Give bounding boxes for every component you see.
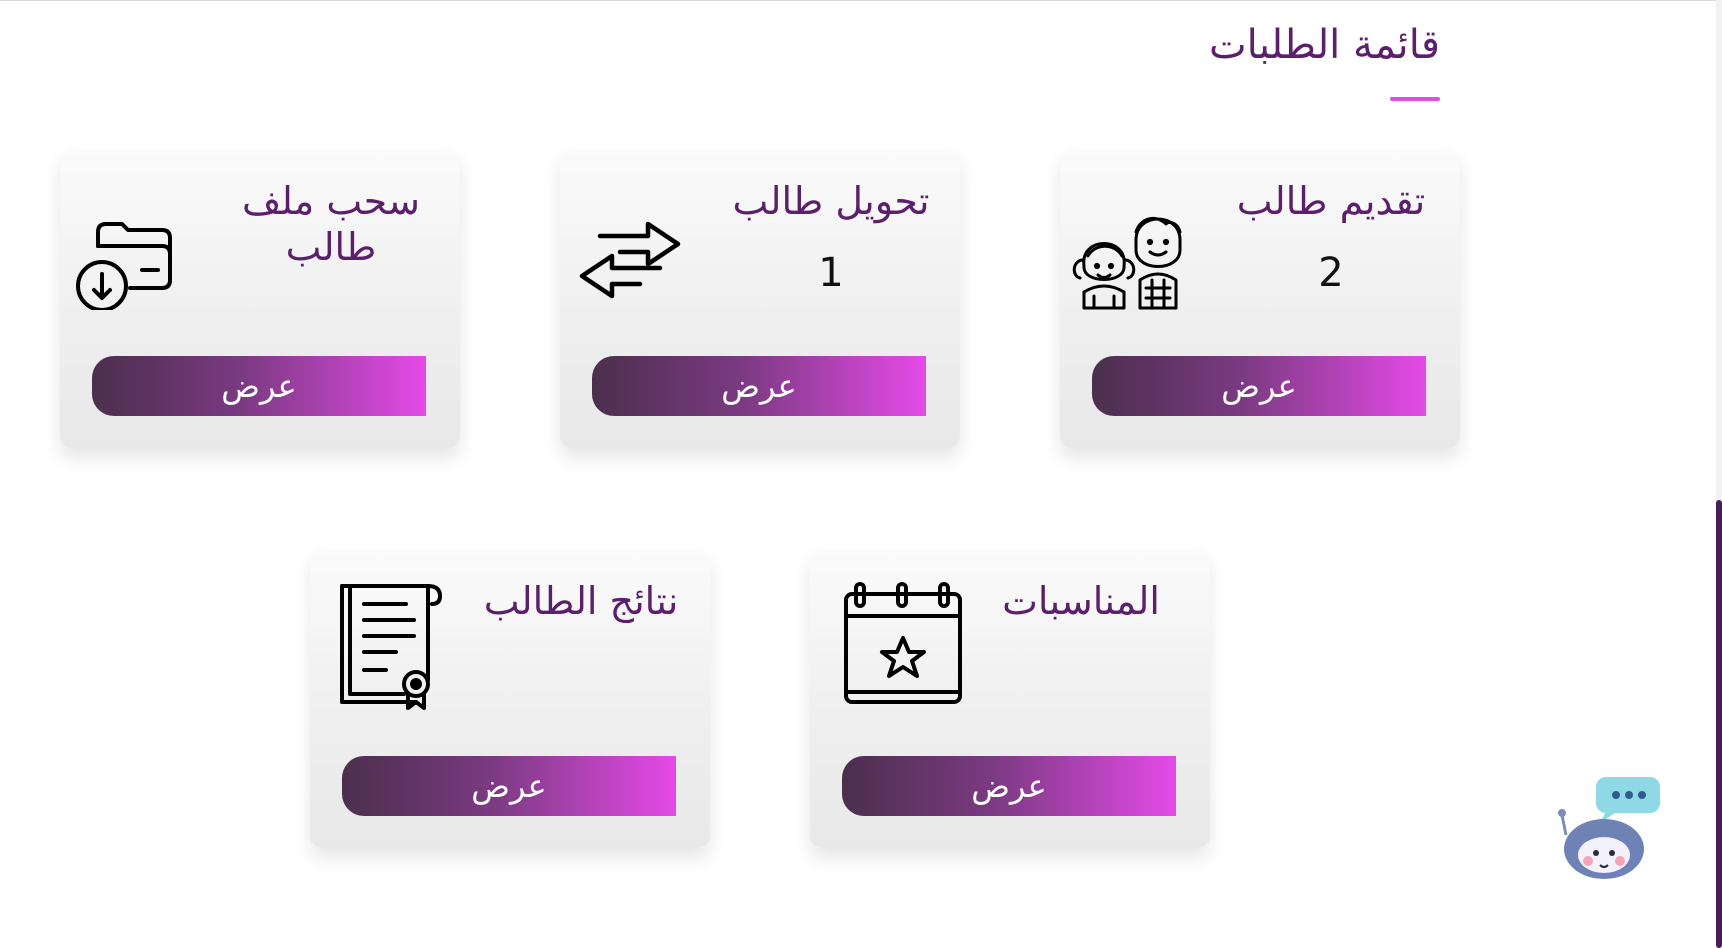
view-button[interactable]: عرض <box>92 356 426 416</box>
chatbot-icon[interactable] <box>1556 775 1661 880</box>
card-withdraw-file: سحب ملف طالب عرض <box>60 150 460 448</box>
view-button[interactable]: عرض <box>592 356 926 416</box>
top-border <box>0 0 1722 1</box>
card-count: 1 <box>818 250 844 296</box>
card-events: المناسبات عرض <box>810 550 1210 848</box>
card-title: تقديم طالب <box>1236 179 1426 223</box>
page-title: قائمة الطلبات <box>1209 22 1440 68</box>
card-title: المناسبات <box>1002 579 1160 623</box>
students-icon <box>1070 180 1190 310</box>
certificate-icon <box>336 580 446 710</box>
card-student-transfer: تحويل طالب 1 عرض <box>560 150 960 448</box>
view-button[interactable]: عرض <box>342 756 676 816</box>
card-title: تحويل طالب <box>732 179 930 223</box>
card-count: 2 <box>1318 250 1344 296</box>
title-underline <box>1390 97 1440 101</box>
card-title: نتائج الطالب <box>483 579 679 623</box>
card-student-results: نتائج الطالب عرض <box>310 550 710 848</box>
view-button[interactable]: عرض <box>1092 356 1426 416</box>
view-button[interactable]: عرض <box>842 756 1176 816</box>
card-title: سحب ملف طالب <box>241 179 421 269</box>
folder-download-icon <box>70 180 190 310</box>
calendar-star-icon <box>840 580 965 710</box>
card-student-application: تقديم طالب 2 عرض <box>1060 150 1460 448</box>
transfer-arrows-icon <box>570 180 690 310</box>
scrollbar-thumb[interactable] <box>1716 500 1722 948</box>
